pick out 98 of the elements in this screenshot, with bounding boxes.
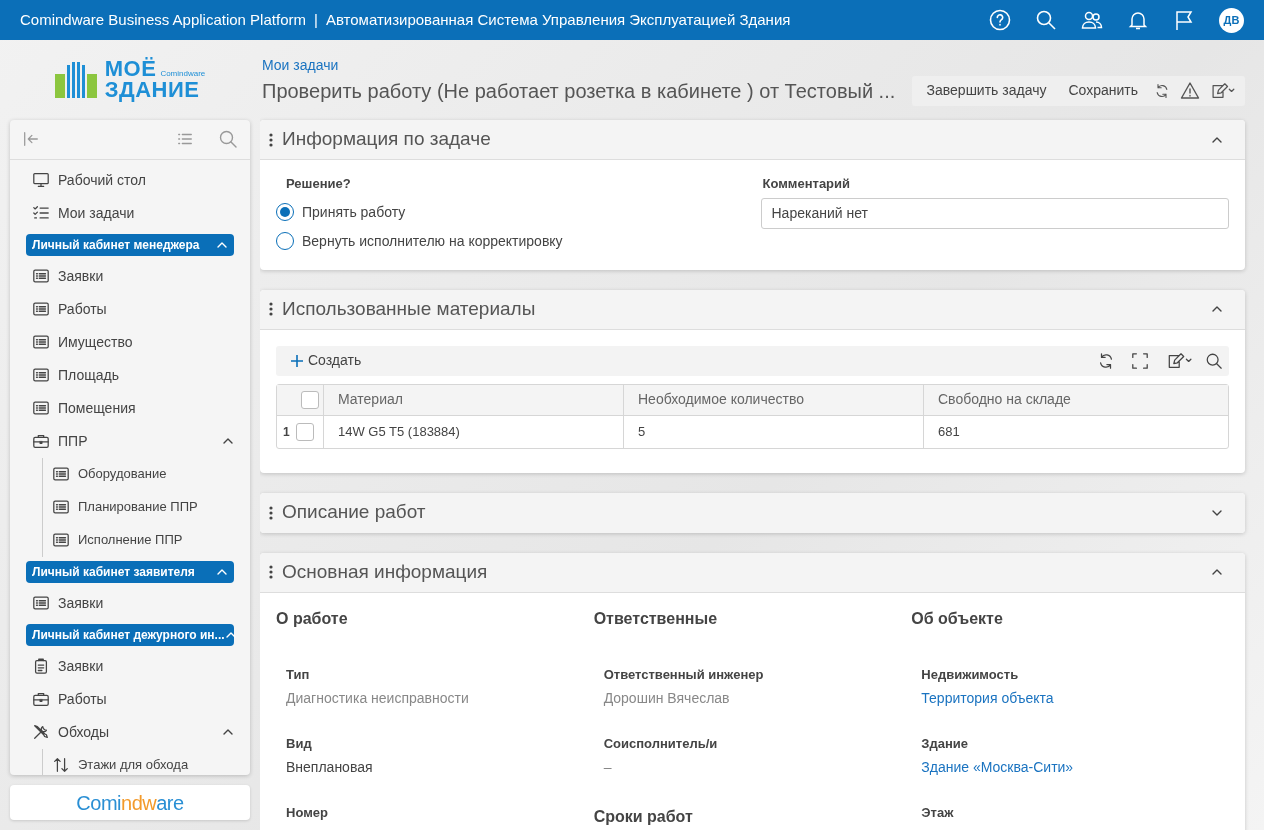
sidebar-item[interactable]: Рабочий стол (10, 163, 250, 197)
sidebar-item[interactable]: ППР (10, 424, 250, 458)
sidebar-item[interactable]: Оборудование (10, 457, 250, 491)
sidebar-item[interactable]: Заявки (10, 586, 250, 620)
field-label: Решение? (286, 175, 352, 193)
create-button[interactable]: Создать (290, 350, 362, 371)
search-icon[interactable] (1205, 351, 1223, 370)
bell-icon[interactable] (1127, 9, 1149, 31)
sidebar-item[interactable]: Планирование ППР (10, 490, 250, 524)
comment-field[interactable]: Нареканий нет (760, 197, 1229, 229)
field-label: Соисполнитель/и (603, 734, 718, 753)
field-label: Недвижимость (921, 665, 1019, 684)
action-button[interactable]: Завершить задачу (915, 76, 1058, 105)
action-button[interactable]: Сохранить (1057, 76, 1149, 105)
app-title: Comindware Business Application Platform (20, 9, 306, 30)
sidebar-item[interactable]: Работы (10, 682, 250, 716)
panel-header[interactable]: Основная информация (260, 552, 1245, 593)
drag-handle-icon[interactable] (268, 132, 274, 147)
field-label: Здание (921, 734, 968, 753)
table-cell: 5 (623, 415, 923, 448)
sidebar-item[interactable]: Площадь (10, 358, 250, 392)
column-header[interactable]: Свободно на складе (923, 384, 1228, 416)
field-value: Дорошин Вячеслав (603, 689, 730, 708)
table-cell: 14W G5 T5 (183884) (323, 415, 623, 448)
tools-icon (32, 723, 50, 742)
logo-maker: Comindware (160, 68, 206, 80)
field-label: Тип (286, 665, 310, 684)
field-label: Этаж (921, 803, 954, 822)
sidebar-item[interactable]: Исполнение ППР (10, 523, 250, 557)
section-heading: Ответственные (593, 608, 719, 629)
section-heading: Об объекте (911, 608, 1004, 629)
list-icon (52, 465, 70, 484)
fullscreen-icon[interactable] (1131, 351, 1149, 370)
footer-logo: Comindware (10, 785, 250, 820)
briefcase-icon (32, 432, 50, 451)
select-all-checkbox[interactable] (301, 391, 319, 410)
monitor-icon (32, 171, 50, 190)
row-checkbox[interactable] (295, 423, 314, 442)
flag-icon[interactable] (1173, 9, 1195, 31)
sidebar-item[interactable]: Заявки (10, 649, 250, 683)
radio-option[interactable]: Вернуть исполнителю на корректировку (276, 226, 753, 256)
clipboard-icon (32, 657, 50, 676)
list-icon (32, 399, 50, 418)
title-separator: | (313, 9, 318, 30)
field-label: Ответственный инженер (603, 665, 764, 684)
list-icon (32, 300, 50, 319)
user-avatar[interactable]: ДВ (1219, 7, 1244, 33)
list-icon (32, 267, 50, 286)
list-icon (32, 333, 50, 352)
refresh-icon[interactable] (1097, 351, 1115, 370)
field-value: Диагностика неисправности (286, 689, 469, 708)
panel-header[interactable]: Использованные материалы (260, 289, 1245, 330)
building-logo-icon (54, 62, 97, 98)
plus-icon (290, 353, 304, 368)
breadcrumb-link[interactable]: Мои задачи (262, 56, 339, 73)
drag-handle-icon[interactable] (268, 302, 274, 316)
sidebar-item[interactable]: Заявки (10, 259, 250, 293)
briefcase-icon (32, 690, 50, 709)
list-icon (32, 594, 50, 613)
field-label: Комментарий (761, 175, 852, 193)
users-icon[interactable] (1081, 9, 1103, 31)
help-icon[interactable] (989, 9, 1011, 31)
sidebar-section[interactable]: Личный кабинет заявителя (26, 560, 234, 583)
system-title: Автоматизированная Система Управления Эксплуатацией Здания (325, 9, 791, 30)
sidebar-item[interactable]: Работы (10, 292, 250, 326)
drag-handle-icon[interactable] (268, 565, 274, 579)
sidebar-item[interactable]: Помещения (10, 391, 250, 425)
section-heading: О работе (276, 608, 349, 629)
drag-handle-icon[interactable] (268, 505, 274, 520)
sidebar-item[interactable]: Мои задачи (10, 196, 250, 230)
sidebar-section[interactable]: Личный кабинет дежурного ин... (26, 623, 234, 646)
sort-arrows-icon (52, 756, 70, 775)
search-icon[interactable] (1035, 9, 1057, 31)
list-icon (52, 531, 70, 550)
logo-text: МОЁ (104, 59, 157, 80)
panel-header[interactable]: Описание работ (260, 492, 1245, 533)
logo-text: ЗДАНИЕ (104, 80, 201, 101)
table-cell: 681 (923, 415, 1228, 448)
section-heading: Сроки работ (593, 806, 694, 827)
list-icon (32, 366, 50, 385)
field-link[interactable]: Здание «Москва-Сити» (921, 757, 1074, 778)
field-link[interactable]: Территория объекта (921, 688, 1054, 709)
field-value: Внеплановая (286, 758, 373, 777)
radio-option[interactable]: Принять работу (276, 197, 753, 227)
radio-button[interactable] (276, 203, 294, 221)
field-label: Вид (286, 734, 312, 753)
sidebar-item[interactable]: Обходы (10, 715, 250, 749)
field-value: – (603, 758, 612, 777)
field-label: Номер (286, 803, 328, 822)
page-title: Проверить работу (Не работает розетка в кабинете ) от Тестовый ... (262, 78, 896, 104)
refresh-icon (1154, 83, 1170, 100)
row-number: 1 (283, 424, 290, 439)
column-header[interactable]: Необходимое количество (623, 384, 923, 416)
panel-header[interactable]: Информация по задаче (260, 120, 1245, 160)
sidebar-item[interactable]: Имущество (10, 325, 250, 359)
radio-button[interactable] (276, 232, 294, 250)
sidebar-section[interactable]: Личный кабинет менеджера (26, 233, 234, 256)
column-header[interactable]: Материал (323, 384, 623, 416)
